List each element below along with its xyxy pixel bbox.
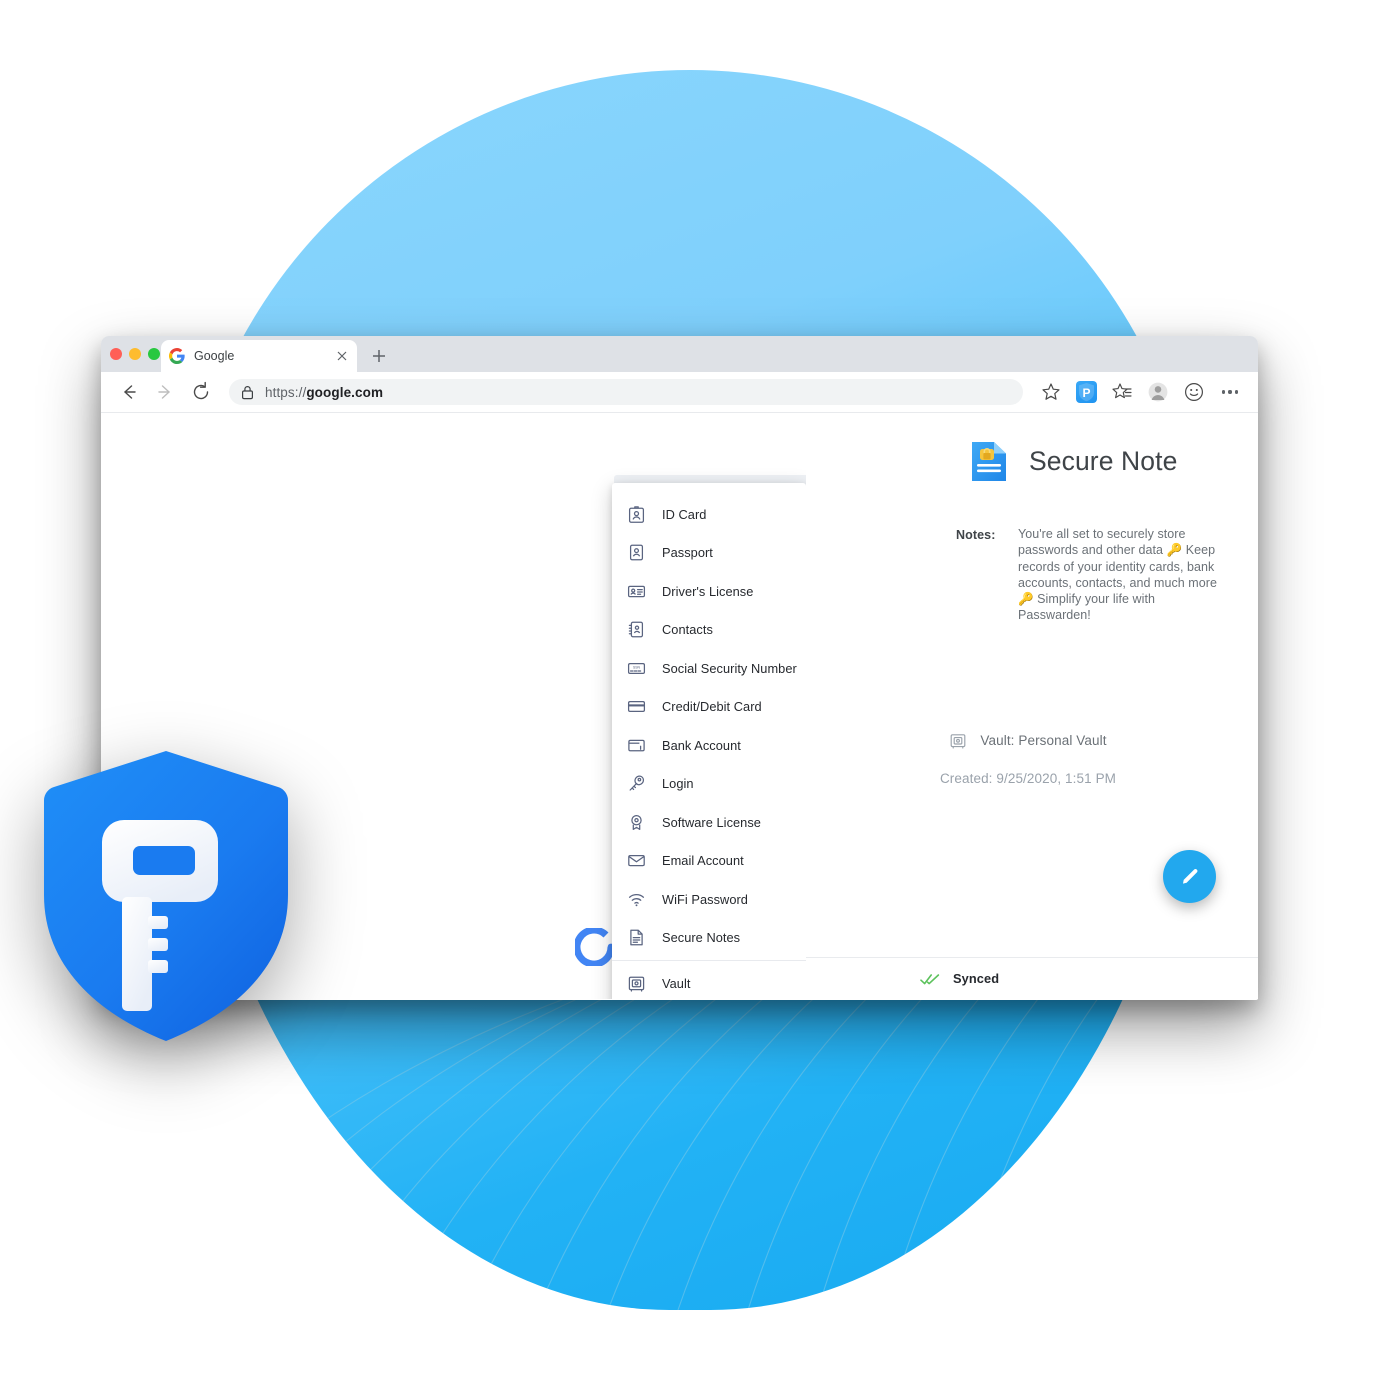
double-check-icon <box>920 972 940 986</box>
browser-tab[interactable]: Google <box>161 340 357 372</box>
menu-item-label: Contacts <box>662 622 713 638</box>
document-icon <box>627 928 646 947</box>
status-bar: Synced <box>806 957 1258 999</box>
more-options-icon[interactable] <box>1219 381 1241 403</box>
close-window-button[interactable] <box>110 348 122 360</box>
drivers-license-icon <box>627 582 646 601</box>
vault-row: Vault: Personal Vault <box>806 732 1258 750</box>
key-icon <box>627 774 646 793</box>
bank-account-icon <box>627 736 646 755</box>
contacts-icon <box>627 620 646 639</box>
forward-arrow-icon[interactable] <box>154 381 176 403</box>
menu-item-drivers-license[interactable]: Driver's License <box>612 572 806 611</box>
menu-item-software-license[interactable]: Software License <box>612 803 806 842</box>
menu-item-label: Vault <box>662 975 691 991</box>
browser-tabstrip: Google <box>101 336 1258 372</box>
browser-toolbar: https://google.com P <box>101 372 1258 413</box>
menu-item-label: WiFi Password <box>662 891 748 907</box>
menu-item-label: Bank Account <box>662 737 741 753</box>
menu-item-label: Secure Notes <box>662 930 741 946</box>
window-traffic-lights <box>110 348 160 360</box>
lock-icon <box>241 385 254 400</box>
id-card-icon <box>627 505 646 524</box>
edit-note-button[interactable] <box>1163 850 1216 903</box>
menu-item-label: Passport <box>662 545 713 561</box>
maximize-window-button[interactable] <box>148 348 160 360</box>
created-date: Created: 9/25/2020, 1:51 PM <box>939 770 1117 786</box>
menu-item-email-account[interactable]: Email Account <box>612 842 806 881</box>
item-type-dropdown-menu: ID Card Passport Driver's License Contac… <box>612 483 806 999</box>
smiley-icon[interactable] <box>1183 381 1205 403</box>
menu-item-id-card[interactable]: ID Card <box>612 495 806 534</box>
svg-text:SSN: SSN <box>633 665 641 669</box>
profile-avatar-icon[interactable] <box>1147 381 1169 403</box>
menu-item-label: Login <box>662 776 694 792</box>
menu-item-wifi-password[interactable]: WiFi Password <box>612 880 806 919</box>
star-outline-icon[interactable] <box>1040 381 1062 403</box>
menu-item-secure-notes[interactable]: Secure Notes <box>612 919 806 958</box>
notes-label: Notes: <box>956 528 996 542</box>
software-license-icon <box>627 813 646 832</box>
credit-card-icon <box>627 697 646 716</box>
menu-item-label: Email Account <box>662 853 744 869</box>
detail-header: Secure Note <box>806 413 1258 483</box>
address-bar[interactable]: https://google.com <box>229 379 1023 405</box>
pencil-edit-icon <box>1182 868 1197 884</box>
menu-item-login[interactable]: Login <box>612 765 806 804</box>
envelope-icon <box>627 851 646 870</box>
menu-item-label: Software License <box>662 814 761 830</box>
vault-text: Vault: Personal Vault <box>980 733 1107 749</box>
back-arrow-icon[interactable] <box>118 381 140 403</box>
menu-item-label: Credit/Debit Card <box>662 699 762 715</box>
google-favicon-icon <box>169 348 185 364</box>
menu-item-passport[interactable]: Passport <box>612 534 806 573</box>
minimize-window-button[interactable] <box>129 348 141 360</box>
tab-close-icon[interactable] <box>335 349 349 363</box>
menu-item-label: Social Security Number <box>662 660 797 676</box>
menu-item-bank-account[interactable]: Bank Account <box>612 726 806 765</box>
passport-icon <box>627 543 646 562</box>
new-tab-button[interactable] <box>369 346 389 366</box>
menu-item-contacts[interactable]: Contacts <box>612 611 806 650</box>
reload-icon[interactable] <box>190 381 212 403</box>
notes-row: Notes: You're all set to securely store … <box>806 483 1258 624</box>
svg-text:P: P <box>1082 386 1090 400</box>
menu-item-label: Driver's License <box>662 583 754 599</box>
menu-item-credit-debit-card[interactable]: Credit/Debit Card <box>612 688 806 727</box>
tab-title: Google <box>194 349 235 363</box>
secure-note-document-icon <box>969 440 1009 483</box>
menu-items-list: ID Card Passport Driver's License Contac… <box>612 495 806 957</box>
menu-item-label: ID Card <box>662 506 707 522</box>
wifi-icon <box>627 890 646 909</box>
ssn-icon: SSN <box>627 659 646 678</box>
secure-note-detail-panel: Secure Note Notes: You're all set to sec… <box>806 413 1258 999</box>
vault-icon <box>949 732 967 750</box>
collections-star-icon[interactable] <box>1111 381 1133 403</box>
address-bar-url: https://google.com <box>265 384 384 400</box>
vault-icon <box>627 974 646 993</box>
menu-item-vault[interactable]: Vault <box>612 964 806 999</box>
detail-title: Secure Note <box>1029 446 1178 476</box>
toolbar-actions: P <box>1033 381 1248 403</box>
menu-divider <box>612 960 806 961</box>
menu-item-social-security-number[interactable]: SSN Social Security Number <box>612 649 806 688</box>
notes-text: You're all set to securely store passwor… <box>1018 527 1217 623</box>
passwarden-extension-icon[interactable]: P <box>1076 381 1097 403</box>
status-text: Synced <box>953 971 1000 986</box>
passwarden-shield-key-logo <box>38 747 294 1047</box>
